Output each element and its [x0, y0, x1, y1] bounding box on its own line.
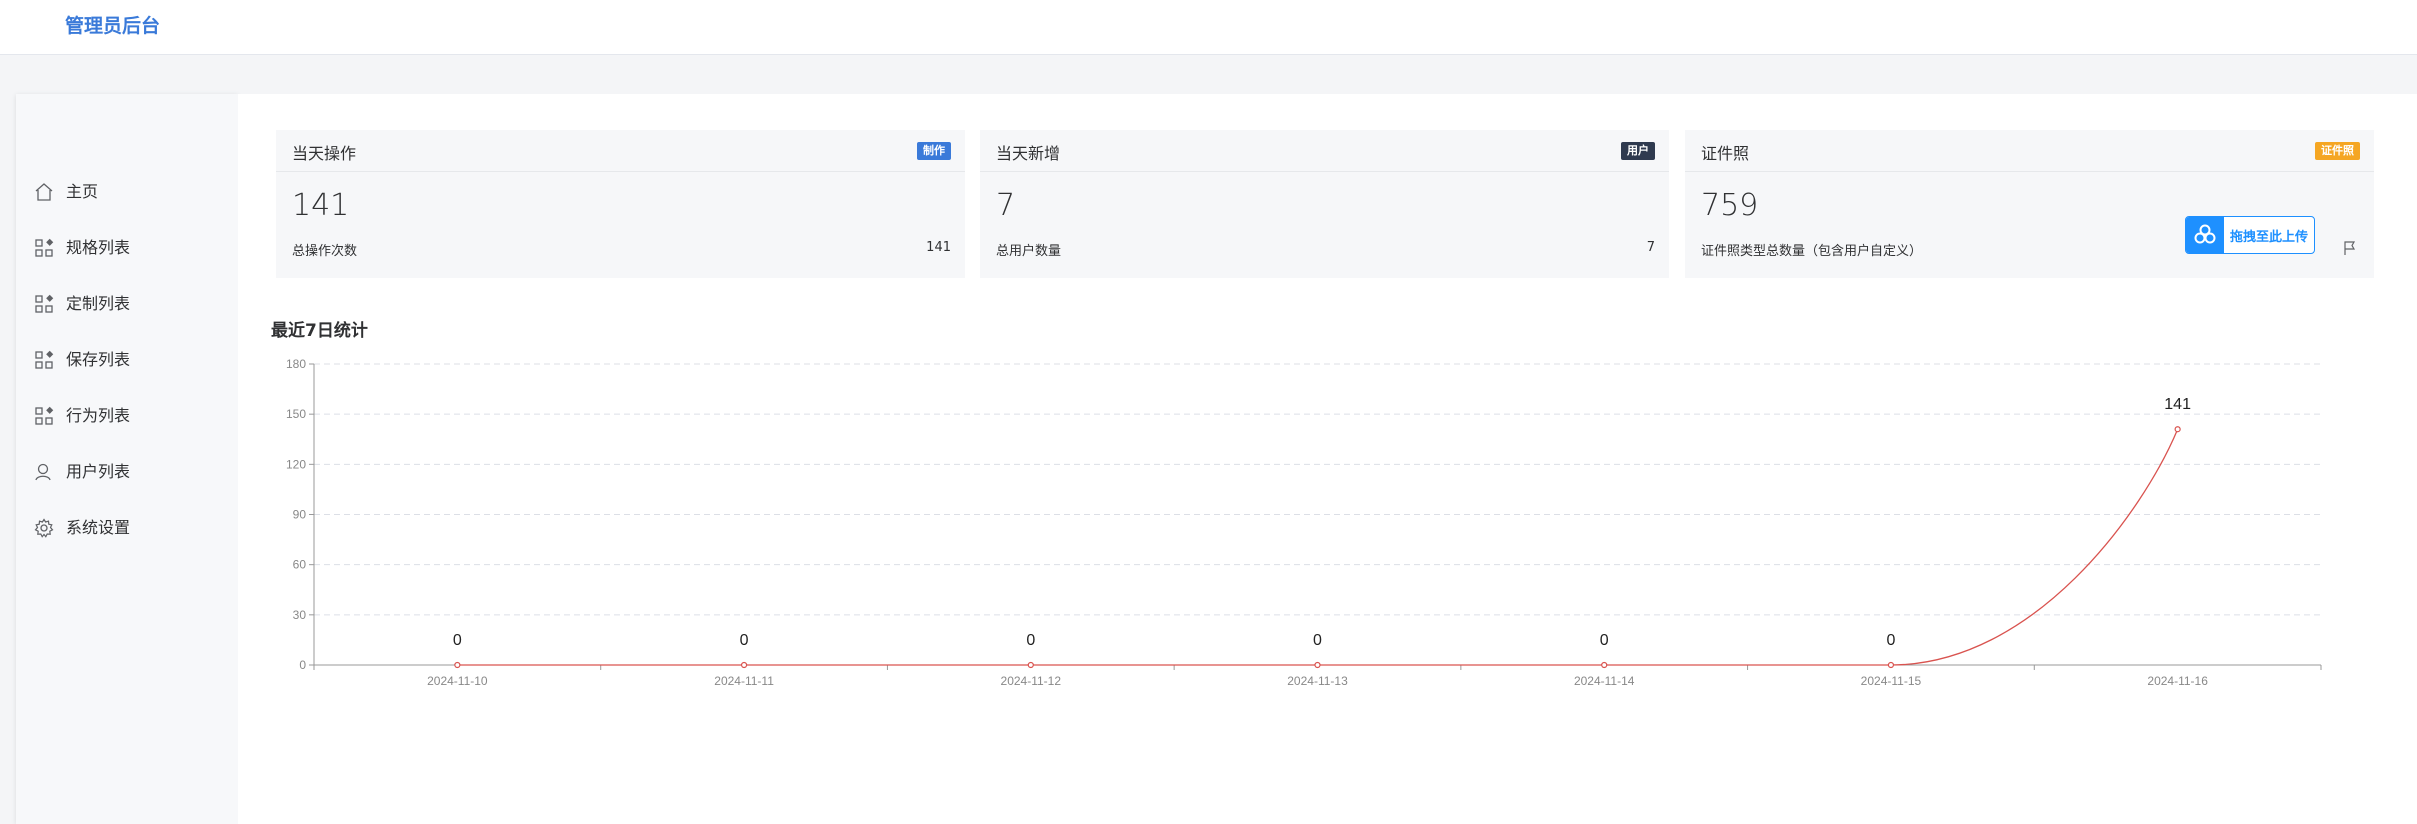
sidebar-item-settings[interactable]: 系统设置 — [16, 508, 238, 548]
app-title[interactable]: 管理员后台 — [65, 11, 160, 38]
y-tick-label: 120 — [286, 457, 306, 471]
data-point — [454, 661, 461, 669]
sidebar-item-label: 保存列表 — [66, 350, 131, 369]
x-tick-label: 2024-11-14 — [1574, 674, 1635, 688]
sidebar-item-custom[interactable]: 定制列表 — [16, 284, 238, 324]
x-tick-label: 2024-11-12 — [1001, 674, 1062, 688]
data-point — [740, 661, 748, 669]
grid-icon — [35, 294, 54, 313]
sidebar-item-label: 系统设置 — [66, 518, 131, 537]
top-bar: 管理员后台 — [0, 0, 2417, 55]
data-point — [2174, 426, 2181, 433]
sidebar-item-specs[interactable]: 规格列表 — [16, 228, 238, 268]
data-label: 0 — [453, 632, 462, 649]
sidebar: 主页 规格列表 定制列表 保存列表 行为列表 用户列表 系统设置 — [16, 94, 238, 824]
grid-icon — [35, 350, 54, 369]
main-content: 当天操作 制作 141 总操作次数 141 当天新增 用户 7 总用户数量 7 … — [238, 94, 2417, 824]
y-tick-label: 30 — [293, 608, 307, 622]
grid-icon — [35, 238, 54, 257]
x-tick-label: 2024-11-16 — [2147, 674, 2208, 688]
home-icon — [35, 183, 53, 201]
y-tick-label: 180 — [286, 357, 306, 371]
data-point — [1314, 661, 1321, 669]
y-tick-label: 90 — [293, 508, 307, 522]
sidebar-item-home[interactable]: 主页 — [16, 172, 238, 212]
sidebar-item-label: 主页 — [66, 182, 99, 201]
line-chart: 0 30 60 90 120 150 180 2024-11-10 2024-11-11 2024… — [286, 357, 2322, 688]
y-tick-label: 0 — [299, 658, 306, 672]
grid-icon — [35, 406, 54, 425]
data-label: 0 — [740, 632, 749, 649]
x-tick-label: 2024-11-10 — [427, 674, 488, 688]
data-label: 0 — [1313, 632, 1322, 649]
x-tick-label: 2024-11-11 — [714, 674, 774, 688]
data-point — [1887, 661, 1895, 669]
gear-icon — [34, 518, 54, 538]
sidebar-item-behavior[interactable]: 行为列表 — [16, 396, 238, 436]
user-icon — [35, 463, 51, 481]
data-label: 0 — [1600, 632, 1609, 649]
data-label: 141 — [2164, 396, 2191, 413]
data-point — [1601, 661, 1608, 669]
sidebar-item-label: 规格列表 — [66, 238, 131, 257]
data-label: 0 — [1026, 632, 1035, 649]
x-tick-label: 2024-11-13 — [1287, 674, 1348, 688]
sidebar-item-saved[interactable]: 保存列表 — [16, 340, 238, 380]
sidebar-item-users[interactable]: 用户列表 — [16, 452, 238, 492]
y-tick-label: 150 — [286, 407, 306, 421]
x-tick-label: 2024-11-15 — [1861, 674, 1922, 688]
data-point — [1027, 661, 1034, 669]
sidebar-item-label: 用户列表 — [66, 462, 131, 481]
y-tick-label: 60 — [293, 558, 307, 572]
sidebar-item-label: 定制列表 — [66, 294, 131, 313]
sidebar-item-label: 行为列表 — [66, 406, 131, 425]
data-label: 0 — [1886, 632, 1895, 649]
